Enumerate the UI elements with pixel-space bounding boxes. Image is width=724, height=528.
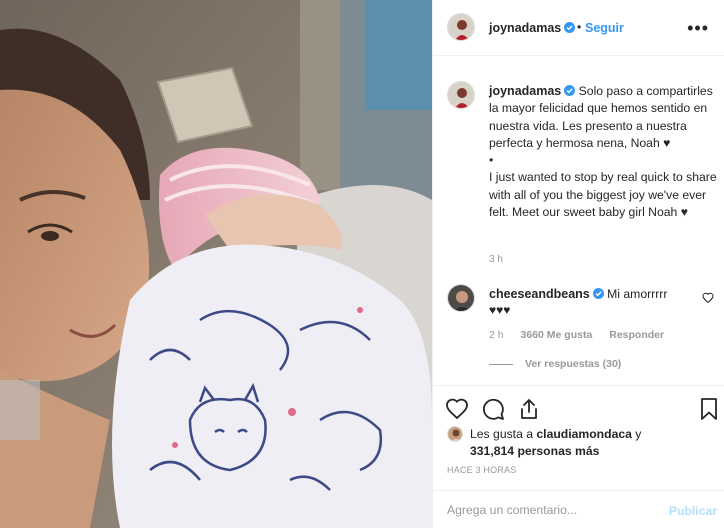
- view-replies-button[interactable]: Ver respuestas (30): [489, 358, 621, 370]
- comment-input[interactable]: [447, 499, 657, 521]
- author-username-text[interactable]: joynadamas: [489, 21, 561, 35]
- header-separator: •: [577, 20, 582, 34]
- publish-button[interactable]: Publicar: [669, 504, 717, 518]
- replies-divider: [489, 363, 513, 365]
- comment-likes-count[interactable]: 3660 Me gusta: [521, 329, 593, 341]
- likes-count[interactable]: 331,814 personas más: [470, 444, 599, 458]
- post-photo[interactable]: [0, 0, 432, 528]
- caption-username[interactable]: joynadamas: [489, 84, 561, 98]
- add-comment-bar: Publicar: [433, 490, 724, 528]
- post-header: joynadamas • Seguir •••: [433, 0, 724, 56]
- post-actions-bar: [433, 385, 724, 431]
- view-replies-label[interactable]: Ver respuestas (30): [525, 358, 621, 370]
- verified-badge-icon: [564, 22, 576, 33]
- commenter-username[interactable]: cheeseandbeans: [489, 287, 590, 301]
- bookmark-icon[interactable]: [697, 397, 721, 421]
- comment-meta: 2 h 3660 Me gusta Responder: [489, 329, 678, 341]
- heart-icon[interactable]: [445, 397, 469, 421]
- caption-body: Solo paso a compartirles la mayor felici…: [489, 84, 717, 220]
- comment-icon[interactable]: [481, 397, 505, 421]
- post-photo-image: [0, 0, 432, 528]
- author-username[interactable]: joynadamas: [489, 21, 576, 35]
- reply-button[interactable]: Responder: [609, 329, 664, 341]
- post-side-panel: joynadamas • Seguir ••• joynadamas Solo …: [432, 0, 724, 528]
- likes-middle: y: [631, 427, 642, 441]
- more-options-icon[interactable]: •••: [687, 18, 709, 39]
- follow-button[interactable]: Seguir: [585, 21, 624, 35]
- comment-text: Mi amorrrrr: [607, 287, 668, 301]
- comment-time: 2 h: [489, 329, 504, 341]
- caption-time: 3 h: [489, 254, 503, 265]
- likes-prefix: Les gusta a: [470, 427, 537, 441]
- commenter-avatar[interactable]: [447, 284, 475, 312]
- caption-author-avatar[interactable]: [447, 81, 475, 109]
- verified-badge-icon: [564, 85, 576, 96]
- comment-line: cheeseandbeans Mi amorrrrr: [489, 286, 699, 303]
- caption-text: joynadamas Solo paso a compartirles la m…: [489, 83, 721, 221]
- post-timestamp[interactable]: HACE 3 HORAS: [447, 465, 516, 475]
- share-icon[interactable]: [517, 397, 541, 421]
- likes-text: Les gusta a claudiamondaca y 331,814 pers…: [470, 426, 710, 460]
- liker-avatar[interactable]: [447, 426, 463, 442]
- comment-hearts: ♥♥♥: [489, 303, 511, 317]
- verified-badge-icon: [592, 288, 604, 299]
- instagram-post: joynadamas • Seguir ••• joynadamas Solo …: [0, 0, 724, 528]
- liker-username[interactable]: claudiamondaca: [536, 427, 632, 441]
- comment-like-heart-icon[interactable]: [702, 292, 714, 304]
- author-avatar[interactable]: [447, 13, 475, 41]
